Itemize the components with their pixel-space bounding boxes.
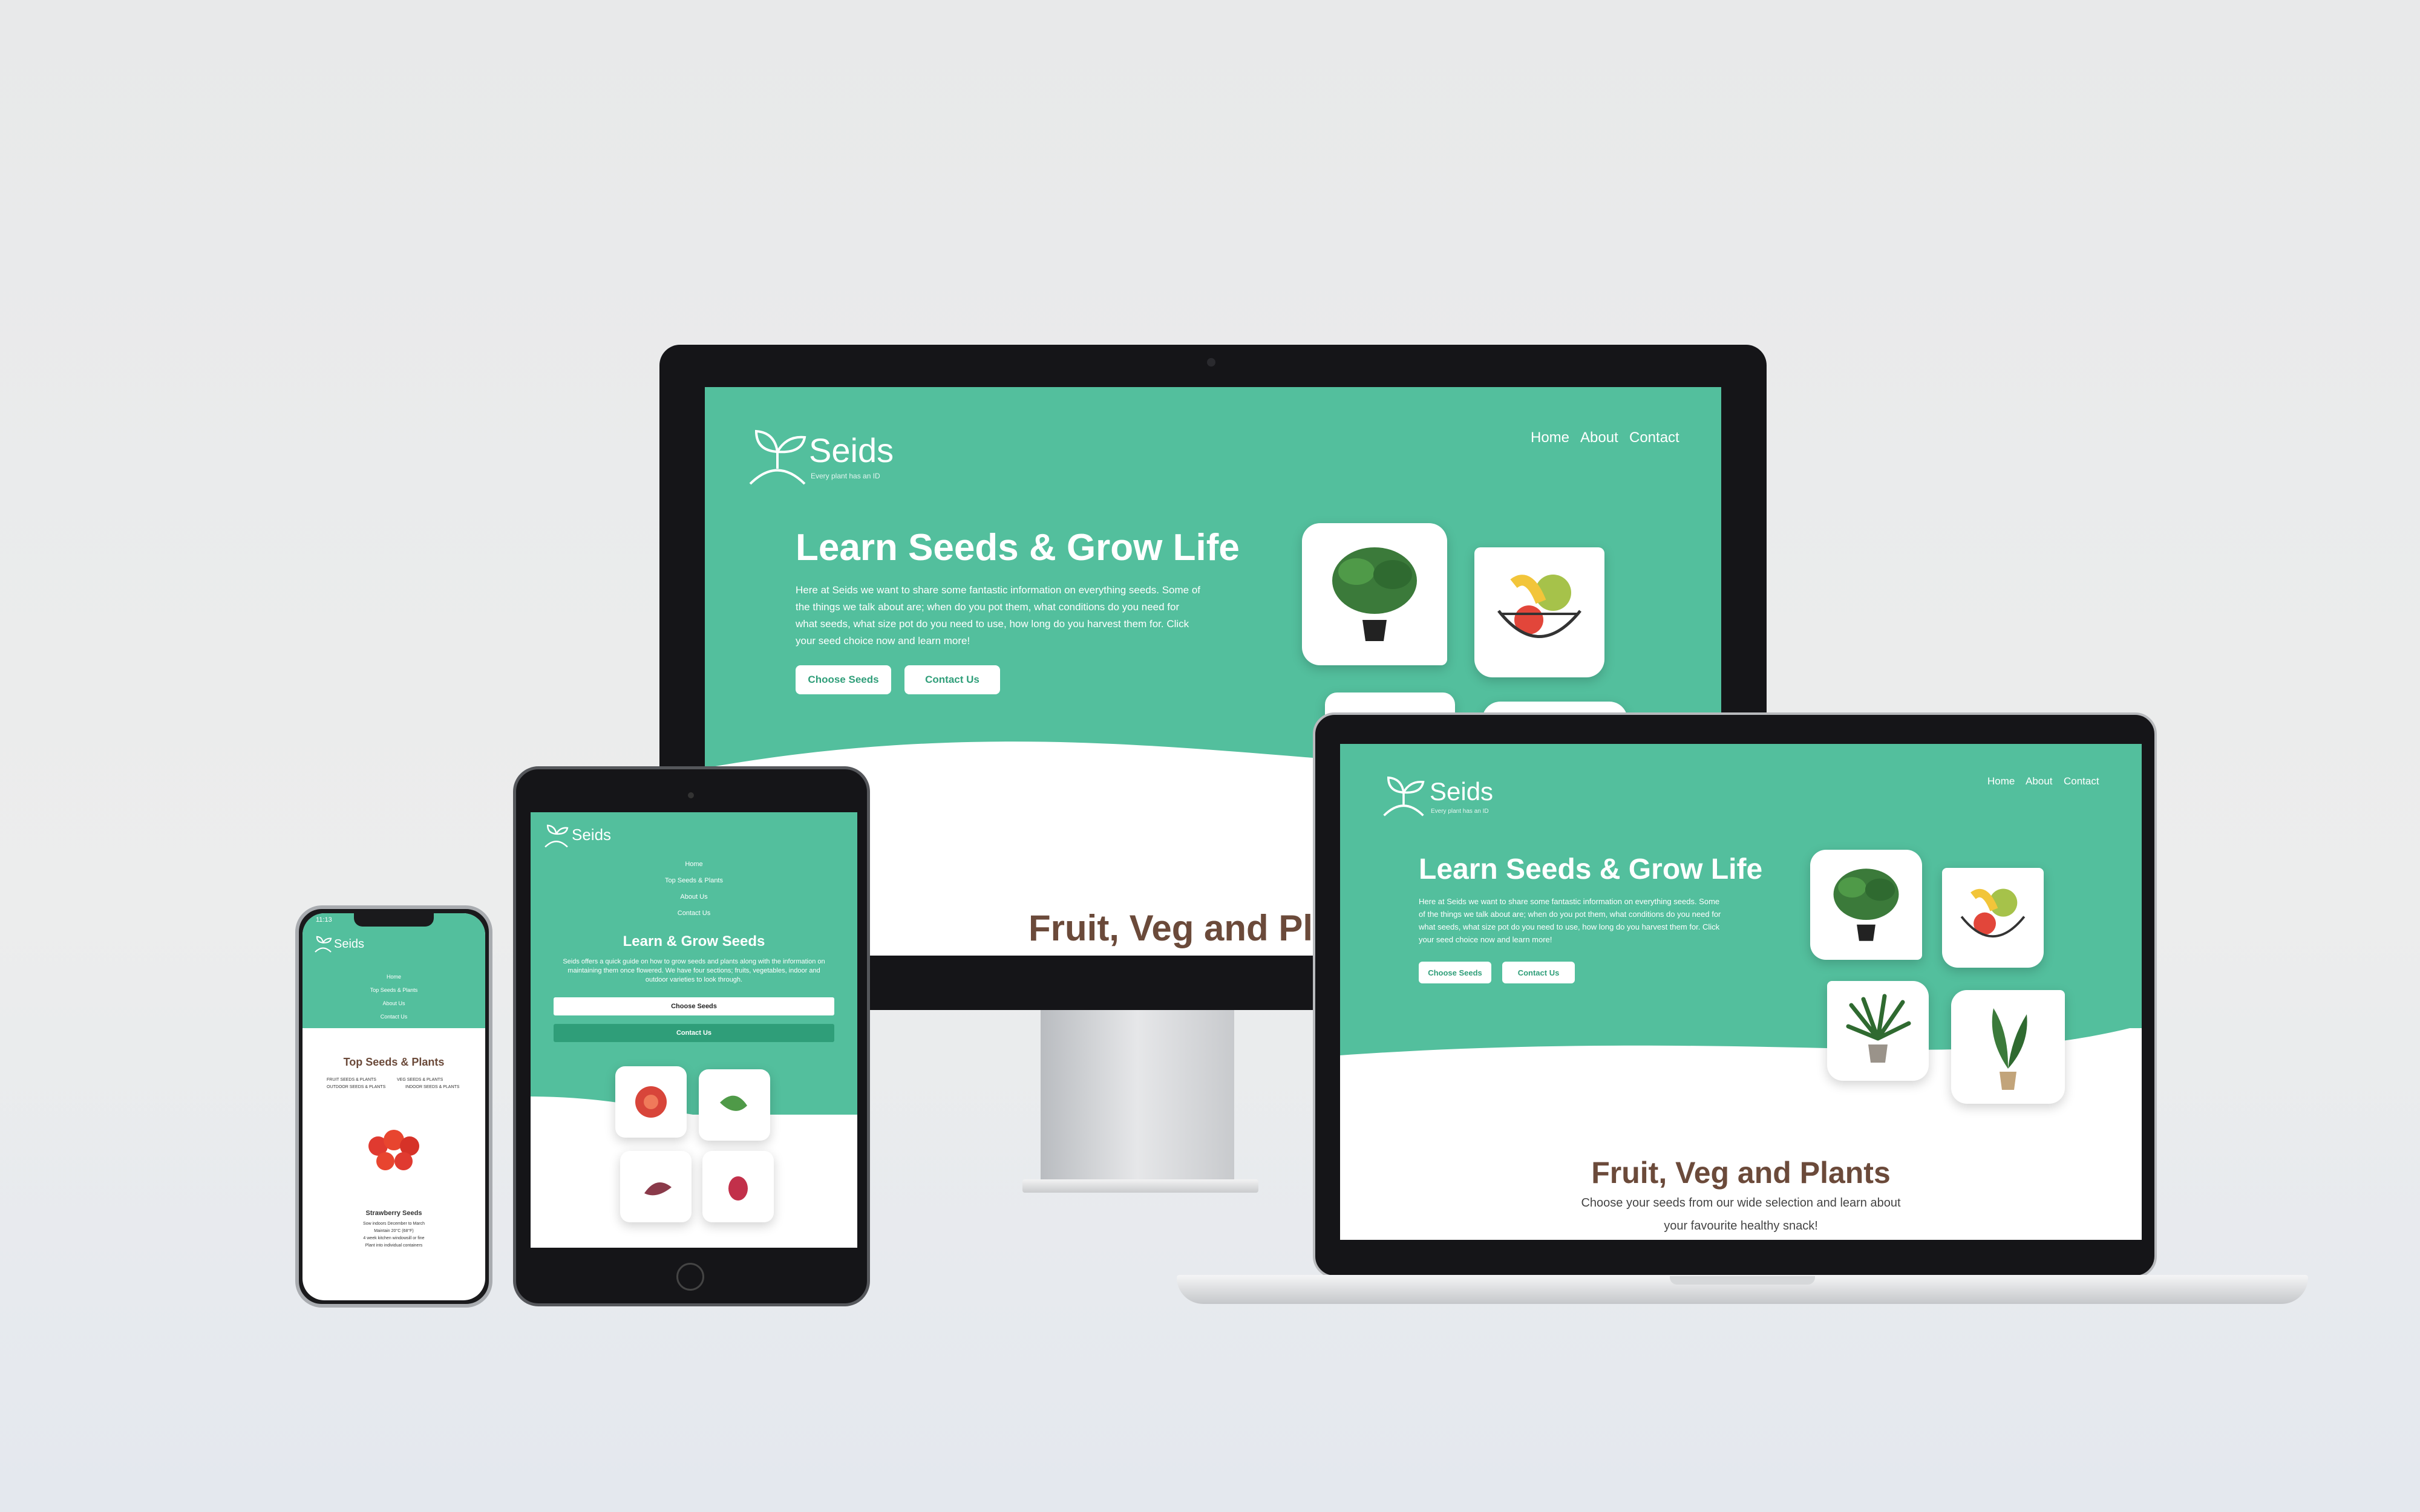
monitor-base xyxy=(1022,1179,1258,1193)
phone-status-time: 11:13 xyxy=(316,916,332,924)
monitor-camera xyxy=(1207,358,1215,367)
card-fruit-basket[interactable] xyxy=(1474,547,1604,677)
nav-home[interactable]: Home xyxy=(1531,429,1569,446)
phone-product-point-3: 4 week kitchen windowsill or fine xyxy=(363,1236,425,1240)
contact-us-button[interactable]: Contact Us xyxy=(904,665,1000,694)
phone-menu-contact[interactable]: Contact Us xyxy=(302,1014,485,1020)
hero-body: Here at Seids we want to share some fant… xyxy=(796,584,1201,647)
phone-product-point-1: Sow indoors December to March xyxy=(363,1222,425,1226)
phone-strawberry-image xyxy=(368,1130,419,1170)
tablet-card-tomato[interactable] xyxy=(615,1066,687,1138)
tablet-hero-body: Seids offers a quick guide on how to gro… xyxy=(563,958,825,983)
laptop-seedling-logo-icon xyxy=(1383,776,1425,816)
laptop-section-subtitle-2: your favourite healthy snack! xyxy=(1664,1219,1818,1233)
laptop-brand-tagline: Every plant has an ID xyxy=(1431,808,1489,815)
tablet-hero-title: Learn & Grow Seeds xyxy=(623,933,765,950)
phone-category-veg[interactable]: VEG SEEDS & PLANTS xyxy=(397,1078,443,1082)
monstera-plant-icon xyxy=(1332,547,1417,641)
tablet-card-radish[interactable] xyxy=(620,1151,692,1222)
laptop-notch xyxy=(1670,1276,1815,1285)
laptop-choose-seeds-button[interactable]: Choose Seeds xyxy=(1419,962,1491,983)
laptop-nav-about[interactable]: About xyxy=(2026,775,2052,787)
laptop-brand-name: Seids xyxy=(1430,777,1494,806)
tablet-raspberry-icon xyxy=(728,1176,748,1201)
seedling-logo-icon xyxy=(749,429,806,485)
monitor-stand xyxy=(1041,1004,1234,1185)
laptop-banana-plant-icon xyxy=(1992,1008,2027,1090)
tablet-camera xyxy=(688,792,694,798)
laptop-nav-contact[interactable]: Contact xyxy=(2064,775,2099,787)
fruit-basket-icon xyxy=(1497,575,1581,638)
choose-seeds-button[interactable]: Choose Seeds xyxy=(796,665,891,694)
tablet-card-raspberry[interactable] xyxy=(702,1151,774,1222)
laptop-card-monstera-plant[interactable] xyxy=(1810,850,1922,960)
tablet-menu-contact[interactable]: Contact Us xyxy=(531,910,857,917)
laptop-card-fruit-basket[interactable] xyxy=(1942,868,2044,968)
laptop-palm-plant-icon xyxy=(1846,994,1911,1063)
brand-tagline: Every plant has an ID xyxy=(811,472,880,480)
laptop-screen: Seids Every plant has an ID Home About C… xyxy=(1340,744,2142,1240)
laptop-card-banana-plant[interactable] xyxy=(1951,990,2065,1104)
laptop-hero-title: Learn Seeds & Grow Life xyxy=(1419,853,1763,885)
phone-product-point-2: Maintain 20°C (68°F) xyxy=(374,1229,414,1233)
phone-seedling-logo-icon xyxy=(315,936,332,953)
tablet-screen: Seids Home Top Seeds & Plants About Us C… xyxy=(531,812,857,1248)
phone-menu-home[interactable]: Home xyxy=(302,974,485,980)
brand-name: Seids xyxy=(809,431,894,469)
tablet-contact-us-button[interactable]: Contact Us xyxy=(554,1024,834,1042)
laptop-section-subtitle-1: Choose your seeds from our wide selectio… xyxy=(1581,1196,1901,1210)
laptop-monstera-plant-icon xyxy=(1833,868,1899,941)
nav-contact[interactable]: Contact xyxy=(1629,429,1679,446)
phone-product-title: Strawberry Seeds xyxy=(365,1210,422,1217)
tablet-leaf-icon xyxy=(720,1095,747,1111)
tablet-home-button[interactable] xyxy=(676,1263,704,1291)
phone-brand-name: Seids xyxy=(334,937,365,951)
tablet-tomato-icon xyxy=(635,1086,667,1118)
hero-title: Learn Seeds & Grow Life xyxy=(796,527,1240,569)
tablet-brand-name: Seids xyxy=(572,826,612,844)
laptop-fruit-basket-icon xyxy=(1960,888,2026,937)
tablet-choose-seeds-button[interactable]: Choose Seeds xyxy=(554,997,834,1015)
tablet-menu-top-seeds[interactable]: Top Seeds & Plants xyxy=(531,877,857,884)
laptop-nav-home[interactable]: Home xyxy=(1987,775,2015,787)
tablet-card-leaf[interactable] xyxy=(699,1069,770,1141)
tablet-menu-about[interactable]: About Us xyxy=(531,893,857,901)
laptop-section-title: Fruit, Veg and Plants xyxy=(1591,1156,1891,1190)
phone-screen: 11:13 Seids Home Top Seeds & Plants Abou… xyxy=(302,913,485,1300)
phone-section-title: Top Seeds & Plants xyxy=(343,1056,445,1068)
phone-notch xyxy=(354,913,434,927)
tablet-menu-home[interactable]: Home xyxy=(531,861,857,868)
laptop-hero-body: Here at Seids we want to share some fant… xyxy=(1419,897,1721,944)
laptop-card-palm-plant[interactable] xyxy=(1827,981,1929,1081)
phone-menu-top-seeds[interactable]: Top Seeds & Plants xyxy=(302,987,485,993)
phone-category-outdoor[interactable]: OUTDOOR SEEDS & PLANTS xyxy=(327,1085,385,1089)
card-monstera-plant[interactable] xyxy=(1302,523,1447,665)
phone-menu-about[interactable]: About Us xyxy=(302,1000,485,1006)
phone-category-indoor[interactable]: INDOOR SEEDS & PLANTS xyxy=(405,1085,459,1089)
tablet-radish-icon xyxy=(644,1182,672,1196)
phone-product-point-4: Plant into individual containers xyxy=(365,1243,423,1248)
laptop-contact-us-button[interactable]: Contact Us xyxy=(1502,962,1575,983)
tablet-hero-wave xyxy=(531,1097,857,1151)
nav-about[interactable]: About xyxy=(1580,429,1618,446)
section-title: Fruit, Veg and Pl xyxy=(1028,908,1313,948)
tablet-seedling-logo-icon xyxy=(544,824,569,848)
phone-category-fruit[interactable]: FRUIT SEEDS & PLANTS xyxy=(327,1078,376,1082)
phone-hero-background xyxy=(302,913,485,1028)
